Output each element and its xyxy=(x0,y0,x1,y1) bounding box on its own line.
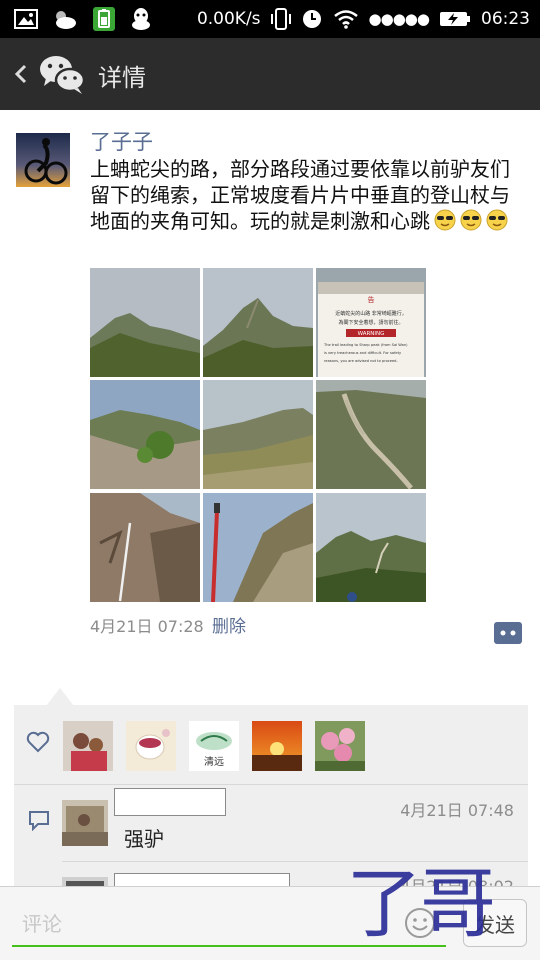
photo-rope-rock[interactable] xyxy=(90,493,200,602)
battery-charging-icon xyxy=(440,12,470,26)
photo-mountain-peak-1[interactable] xyxy=(90,268,200,377)
sign-text-2: 為閣下安全着想，請勿前往。 xyxy=(338,319,403,326)
photo-rocky-trail[interactable] xyxy=(90,380,200,489)
cool-sunglasses-emoji-icon xyxy=(434,209,456,231)
qq-icon xyxy=(132,8,150,30)
cool-sunglasses-emoji-icon xyxy=(486,209,508,231)
sign-en-3: reasons, you are advised not to proceed. xyxy=(324,359,398,363)
cool-sunglasses-emoji-icon xyxy=(460,209,482,231)
commenter-name-redacted xyxy=(114,788,226,816)
chevron-left-icon[interactable] xyxy=(12,60,30,88)
sign-en-1: The trail leading to Sharp peak (from Sa… xyxy=(323,343,408,347)
screen: 0.00K/s ●●●●● 06:23 详情 了子子 上蚺蛇尖的路，部分路段通过… xyxy=(0,0,540,960)
comment-divider xyxy=(62,861,528,862)
author-avatar[interactable] xyxy=(16,133,70,187)
photo-trekking-pole[interactable] xyxy=(203,493,313,602)
post-date: 4月21日 07:28 xyxy=(90,617,204,636)
sign-title: 告 xyxy=(368,295,375,304)
battery-app-icon xyxy=(93,7,115,31)
comment-time: 4月21日 07:48 xyxy=(400,801,514,820)
wechat-icon xyxy=(40,56,86,94)
heart-icon xyxy=(26,731,50,753)
gallery-icon xyxy=(14,9,38,29)
avatar-calligraphy[interactable]: 清远 xyxy=(189,721,239,771)
comment-text: 强驴 xyxy=(124,827,164,851)
network-speed: 0.00K/s xyxy=(196,9,261,29)
panel-arrow xyxy=(46,688,74,706)
status-bar: 0.00K/s ●●●●● 06:23 xyxy=(0,0,540,38)
photo-ridge-grass[interactable] xyxy=(203,380,313,489)
weather-icon xyxy=(56,11,76,29)
avatar-sunset[interactable] xyxy=(252,721,302,771)
comment-item: 4月21日 07:48 强驴 xyxy=(62,788,528,857)
page-title: 详情 xyxy=(98,64,146,92)
comment-input[interactable] xyxy=(12,903,446,947)
delete-link[interactable]: 删除 xyxy=(212,612,246,637)
comment-input-bar: 发送 xyxy=(0,886,540,960)
send-button[interactable]: 发送 xyxy=(463,899,527,947)
photo-mountain-peak-2[interactable] xyxy=(203,268,313,377)
likes-row: 清远 xyxy=(14,705,528,785)
avatar-peach-blossom[interactable] xyxy=(315,721,365,771)
alarm-icon xyxy=(302,10,321,28)
avatar-family[interactable] xyxy=(63,721,113,771)
sign-warning: WARNING xyxy=(358,331,385,337)
post-text: 上蚺蛇尖的路，部分路段通过要依靠以前驴友们留下的绳索，正常坡度看片片中垂直的登山… xyxy=(90,156,520,234)
photo-eroded-slope[interactable] xyxy=(316,380,426,489)
interaction-panel: 清远 4月21日 07:48 强驴 4月21日 08 xyxy=(14,705,528,905)
vibrate-icon xyxy=(270,8,291,30)
wifi-icon xyxy=(333,10,358,29)
commenter-avatar[interactable] xyxy=(62,800,108,846)
photo-warning-sign[interactable]: 告 近蚺蛇尖的山路 非常崎嶇難行， 為閣下安全着想，請勿前往。 WARNING … xyxy=(316,268,426,377)
avatar-calligraphy-text: 清远 xyxy=(204,755,224,768)
avatar-tea-cup[interactable] xyxy=(126,721,176,771)
comment-icon xyxy=(29,811,49,831)
title-bar: 详情 xyxy=(0,38,540,110)
smiley-icon[interactable] xyxy=(404,907,436,939)
sign-en-2: is very treacherous and difficult. For s… xyxy=(324,351,402,355)
sign-text-1: 近蚺蛇尖的山路 非常崎嶇難行， xyxy=(335,310,407,317)
author-name[interactable]: 了子子 xyxy=(90,126,153,156)
photo-grid: 告 近蚺蛇尖的山路 非常崎嶇難行， 為閣下安全着想，請勿前往。 WARNING … xyxy=(90,268,426,602)
commenter-name-redacted xyxy=(114,873,290,887)
clock: 06:23 xyxy=(481,9,530,29)
signal-dots: ●●●●● xyxy=(368,10,430,28)
more-comment-icon[interactable] xyxy=(494,622,522,644)
photo-valley-view[interactable] xyxy=(316,493,426,602)
